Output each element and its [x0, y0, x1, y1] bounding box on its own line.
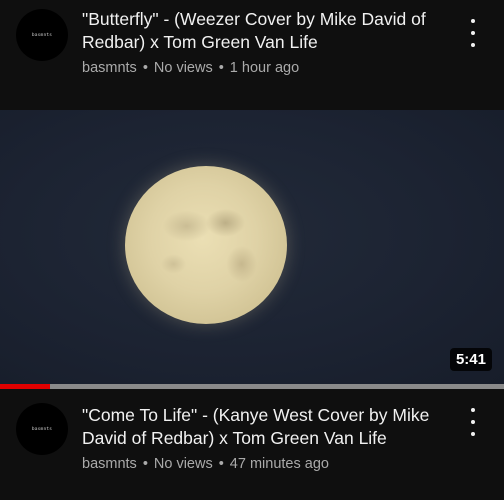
video-metadata: "Butterfly" - (Weezer Cover by Mike Davi… — [82, 8, 442, 76]
video-thumbnail[interactable]: 5:41 — [0, 110, 504, 384]
avatar-label: basmnts — [31, 32, 53, 38]
separator-dot: • — [142, 60, 148, 76]
separator-dot: • — [142, 456, 148, 472]
more-options-icon[interactable] — [466, 408, 480, 436]
watch-progress-bar — [0, 384, 504, 389]
video-metadata: "Come To Life" - (Kanye West Cover by Mi… — [82, 404, 442, 472]
channel-avatar[interactable]: basmnts — [16, 403, 68, 455]
channel-name: basmnts — [82, 60, 137, 76]
video-title[interactable]: "Come To Life" - (Kanye West Cover by Mi… — [82, 404, 442, 450]
upload-age: 1 hour ago — [229, 60, 300, 76]
view-count: No views — [153, 60, 213, 76]
video-subline: basmnts • No views • 1 hour ago — [82, 60, 442, 76]
video-subline: basmnts • No views • 47 minutes ago — [82, 456, 442, 472]
channel-name: basmnts — [82, 456, 137, 472]
duration-badge: 5:41 — [449, 348, 492, 371]
separator-dot: • — [218, 456, 224, 472]
separator-dot: • — [218, 60, 224, 76]
avatar-label: basmnts — [31, 426, 53, 432]
video-item[interactable]: basmnts "Butterfly" - (Weezer Cover by M… — [0, 0, 504, 110]
view-count: No views — [153, 456, 213, 472]
channel-avatar[interactable]: basmnts — [16, 9, 68, 61]
more-options-icon[interactable] — [466, 19, 480, 47]
video-title[interactable]: "Butterfly" - (Weezer Cover by Mike Davi… — [82, 8, 442, 54]
full-moon-image — [125, 166, 287, 324]
upload-age: 47 minutes ago — [229, 456, 329, 472]
watch-progress-fill — [0, 384, 51, 389]
video-item[interactable]: basmnts "Come To Life" - (Kanye West Cov… — [0, 392, 504, 500]
